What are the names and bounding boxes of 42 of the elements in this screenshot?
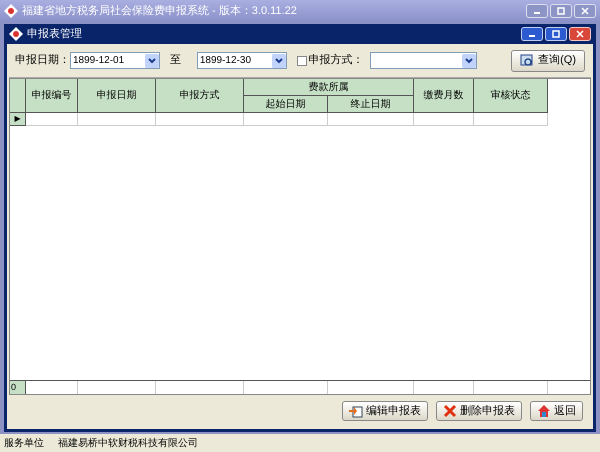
table-cell [26, 113, 78, 126]
child-window-title: 申报表管理 [27, 26, 83, 42]
maximize-icon [557, 7, 565, 15]
minimize-button[interactable] [521, 27, 543, 41]
column-group-header: 费款所属 [244, 79, 414, 96]
method-dropdown[interactable] [370, 52, 478, 69]
date-label: 申报日期： [15, 53, 70, 68]
close-button[interactable] [574, 4, 596, 18]
column-header[interactable]: 申报编号 [26, 79, 78, 113]
maximize-button[interactable] [545, 27, 567, 41]
minimize-button[interactable] [526, 4, 548, 18]
column-header[interactable]: 申报方式 [156, 79, 244, 113]
delete-icon [443, 404, 457, 418]
search-icon [520, 54, 534, 68]
status-value: 福建易桥中软财税科技有限公司 [58, 436, 198, 450]
close-button[interactable] [569, 27, 591, 41]
app-icon [9, 27, 23, 41]
to-label: 至 [170, 53, 181, 68]
action-button[interactable]: 返回 [530, 401, 583, 421]
row-count: 0 [10, 380, 16, 394]
method-checkbox[interactable]: 申报方式： [296, 52, 364, 69]
home-icon [537, 404, 551, 418]
table-cell [414, 113, 474, 126]
action-button[interactable]: 删除申报表 [436, 401, 522, 421]
close-icon [581, 7, 589, 15]
column-header[interactable]: 终止日期 [328, 96, 414, 113]
query-button[interactable]: 查询(Q) [511, 50, 585, 72]
window-title: 福建省地方税务局社会保险费申报系统 - 版本：3.0.11.22 [22, 4, 298, 19]
close-icon [576, 30, 584, 38]
column-header[interactable]: 申报日期 [78, 79, 156, 113]
column-header[interactable]: 起始日期 [244, 96, 328, 113]
date-dropdown[interactable]: 1899-12-30 [196, 52, 287, 69]
status-label: 服务单位 [4, 436, 45, 450]
action-button[interactable]: 编辑申报表 [342, 401, 428, 421]
app-icon [4, 4, 18, 18]
column-header[interactable]: 缴费月数 [414, 79, 474, 113]
edit-document-icon [349, 404, 363, 418]
date-dropdown[interactable]: 1899-12-01 [70, 52, 160, 69]
maximize-icon [552, 30, 560, 38]
column-header[interactable]: 审核状态 [474, 79, 548, 113]
maximize-button[interactable] [550, 4, 572, 18]
current-row-marker: ▶ [14, 115, 20, 123]
